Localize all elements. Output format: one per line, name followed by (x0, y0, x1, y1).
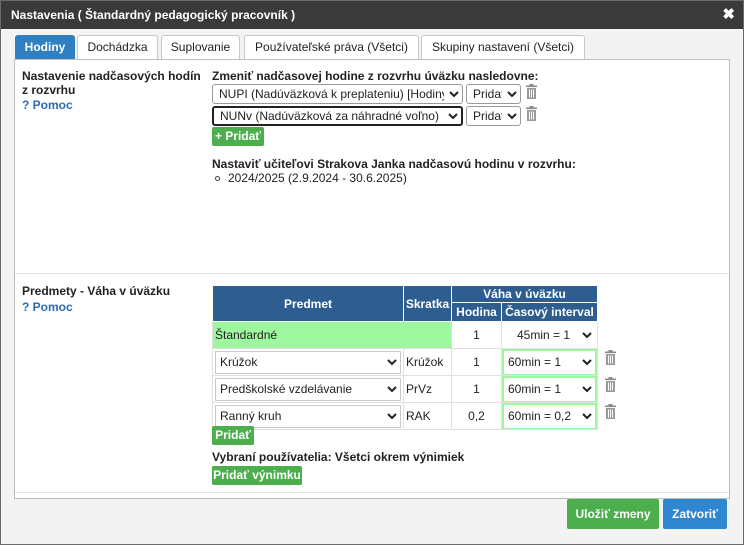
dialog-title: Nastavenia ( Štandardný pedagogický prac… (11, 8, 296, 22)
settings-dialog: Nastavenia ( Štandardný pedagogický prac… (0, 0, 744, 545)
standard-name: Štandardné (212, 321, 452, 349)
subjects-help-link[interactable]: ? Pomoc (22, 300, 73, 314)
bullet-icon (215, 176, 220, 182)
tab-hodiny[interactable]: Hodiny (15, 35, 75, 59)
overtime-rule-action-select-1[interactable]: Pridať (466, 84, 521, 104)
subject-cell: Predškolské vzdelávanie (212, 375, 404, 403)
trash-icon[interactable] (604, 404, 617, 419)
subject-cell: Krúžok (212, 348, 404, 376)
add-subject-button[interactable]: Pridať (212, 426, 254, 445)
overtime-section-label-line2: z rozvrhu (22, 83, 76, 97)
col-header-interval: Časový interval (501, 302, 598, 322)
section-divider (15, 492, 729, 493)
col-header-hours: Hodina (451, 302, 502, 322)
close-button[interactable]: Zatvoriť (663, 499, 727, 529)
standard-interval-cell: 45min = 1 (501, 321, 598, 349)
table-row: Ranný kruh RAK 0,2 60min = 0,2 (212, 402, 598, 430)
tab-dochadzka[interactable]: Dochádzka (77, 35, 158, 59)
school-year-list-item: 2024/2025 (2.9.2024 - 30.6.2025) (215, 171, 407, 185)
abbr-cell: Krúžok (403, 348, 452, 376)
overtime-rule-type-select-1[interactable]: NUPI (Nadúväzková k preplateniu) [Hodiny (212, 84, 463, 104)
trash-icon[interactable] (604, 377, 617, 392)
selected-users-label: Vybraní používatelia: Všetci okrem výnim… (212, 450, 465, 464)
add-overtime-rule-button[interactable]: + Pridať (212, 127, 264, 146)
section-divider (15, 273, 729, 274)
subject-select[interactable]: Krúžok (215, 350, 401, 374)
table-row: Predškolské vzdelávanie PrVz 1 60min = 1 (212, 375, 598, 403)
tab-suplovanie[interactable]: Suplovanie (161, 35, 240, 59)
subject-weight-table: Predmet Skratka Váha v úväzku Hodina Čas… (212, 285, 598, 430)
abbr-cell: RAK (403, 402, 452, 430)
subjects-section-label: Predmety - Váha v úväzku (22, 284, 171, 298)
dialog-titlebar: Nastavenia ( Štandardný pedagogický prac… (1, 1, 743, 29)
trash-icon[interactable] (604, 350, 617, 365)
tab-skupiny-nastaveni[interactable]: Skupiny nastavení (Všetci) (421, 35, 585, 59)
hours-cell: 1 (451, 348, 502, 376)
subject-select[interactable]: Ranný kruh (215, 404, 401, 428)
interval-select[interactable]: 60min = 0,2 (504, 404, 595, 428)
teacher-overtime-label: Nastaviť učiteľovi Strakova Janka nadčas… (212, 157, 576, 171)
standard-hours: 1 (451, 321, 502, 349)
trash-icon[interactable] (525, 106, 538, 121)
overtime-rule-action-select-2[interactable]: Pridať (466, 106, 521, 126)
interval-select[interactable]: 60min = 1 (504, 350, 595, 374)
overtime-section-label: Nastavenie nadčasových hodín (22, 69, 201, 83)
standard-interval-select[interactable]: 45min = 1 (504, 325, 595, 345)
tab-content-panel: Nastavenie nadčasových hodín z rozvrhu ?… (14, 59, 730, 499)
hours-cell: 1 (451, 375, 502, 403)
interval-select[interactable]: 60min = 1 (504, 377, 595, 401)
interval-cell: 60min = 1 (501, 348, 598, 376)
col-header-weight: Váha v úväzku (451, 285, 598, 303)
table-row-standard: Štandardné 1 45min = 1 (212, 321, 598, 349)
add-exception-button[interactable]: Pridať výnimku (212, 466, 302, 485)
interval-cell: 60min = 0,2 (501, 402, 598, 430)
subject-select[interactable]: Predškolské vzdelávanie (215, 377, 401, 401)
overtime-intro: Zmeniť nadčasovej hodine z rozvrhu úväzk… (212, 69, 539, 83)
school-year-label: 2024/2025 (2.9.2024 - 30.6.2025) (228, 171, 407, 185)
col-header-abbr: Skratka (403, 285, 452, 322)
close-icon[interactable]: ✖ (722, 1, 735, 29)
overtime-help-link[interactable]: ? Pomoc (22, 98, 73, 112)
col-header-subject: Predmet (212, 285, 404, 322)
hours-cell: 0,2 (451, 402, 502, 430)
trash-icon[interactable] (525, 84, 538, 99)
tab-pouzivatelske-prava[interactable]: Používateľské práva (Všetci) (244, 35, 419, 59)
table-row: Krúžok Krúžok 1 60min = 1 (212, 348, 598, 376)
save-changes-button[interactable]: Uložiť zmeny (567, 499, 659, 529)
interval-cell: 60min = 1 (501, 375, 598, 403)
overtime-rule-type-select-2[interactable]: NUNv (Nadúväzková za náhradné voľno) [H (212, 106, 463, 126)
abbr-cell: PrVz (403, 375, 452, 403)
